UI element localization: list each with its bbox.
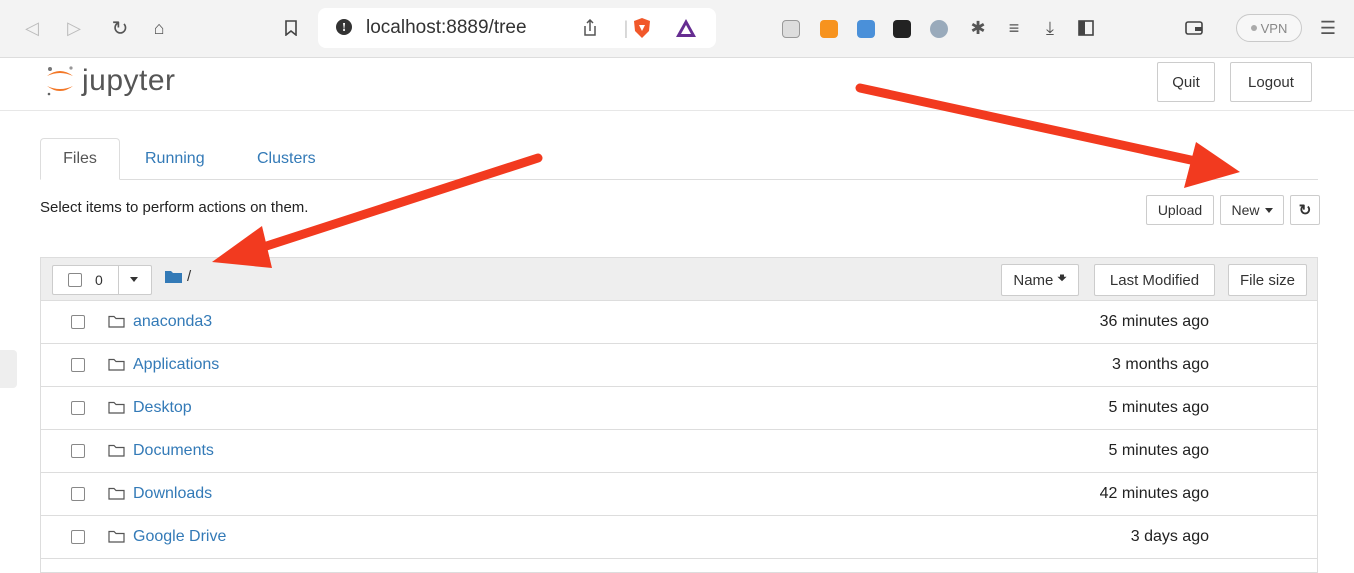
- list-item[interactable]: Documents 5 minutes ago: [40, 430, 1318, 473]
- playlist-icon[interactable]: ≡: [1000, 14, 1028, 42]
- extension-round-icon[interactable]: [930, 20, 948, 38]
- new-button[interactable]: New: [1220, 195, 1284, 225]
- upload-button[interactable]: Upload: [1146, 195, 1214, 225]
- side-panel-handle[interactable]: [0, 350, 17, 388]
- home-icon[interactable]: ⌂: [145, 14, 173, 42]
- item-name[interactable]: Google Drive: [133, 528, 226, 546]
- list-item[interactable]: Downloads 42 minutes ago: [40, 473, 1318, 516]
- folder-icon: [108, 358, 125, 371]
- reader-mode-icon[interactable]: [782, 20, 800, 38]
- extension-dark-icon[interactable]: [893, 20, 911, 38]
- brave-shields-icon[interactable]: [628, 14, 656, 42]
- reload-icon[interactable]: ↻: [106, 14, 134, 42]
- row-checkbox[interactable]: [71, 358, 85, 372]
- select-all-checkbox[interactable]: [68, 273, 82, 287]
- select-divider: [118, 265, 119, 295]
- select-instructions: Select items to perform actions on them.: [40, 199, 309, 216]
- arrow-to-new-button: [855, 83, 1240, 188]
- tab-running[interactable]: Running: [145, 150, 205, 168]
- menu-icon[interactable]: ☰: [1314, 14, 1342, 42]
- bookmark-icon[interactable]: [277, 14, 305, 42]
- header-divider: [0, 110, 1354, 111]
- new-button-label: New: [1231, 202, 1260, 218]
- item-modified: 5 minutes ago: [1108, 399, 1209, 416]
- sort-file-size-button[interactable]: File size: [1228, 264, 1307, 296]
- item-name[interactable]: Downloads: [133, 485, 212, 503]
- sort-name-button[interactable]: Name 🠻: [1001, 264, 1079, 296]
- folder-icon: [108, 401, 125, 414]
- list-item[interactable]: Google Drive 3 days ago: [40, 516, 1318, 559]
- item-name[interactable]: anaconda3: [133, 313, 212, 331]
- item-name[interactable]: Desktop: [133, 399, 192, 417]
- chevron-down-icon: [1264, 207, 1273, 213]
- selected-count: 0: [95, 272, 103, 288]
- home-folder-icon[interactable]: [165, 270, 182, 283]
- item-name[interactable]: Documents: [133, 442, 214, 460]
- item-modified: 3 months ago: [1112, 356, 1209, 373]
- vpn-label: VPN: [1260, 20, 1288, 36]
- brave-rewards-icon[interactable]: [672, 14, 700, 42]
- back-icon[interactable]: ◁: [18, 14, 46, 42]
- list-item-partial: [40, 559, 1318, 573]
- folder-icon: [108, 487, 125, 500]
- row-checkbox[interactable]: [71, 487, 85, 501]
- tab-divider: [120, 179, 1318, 180]
- row-checkbox[interactable]: [71, 530, 85, 544]
- address-text[interactable]: localhost:8889/tree: [366, 17, 527, 39]
- sidebar-icon[interactable]: [1072, 14, 1100, 42]
- folder-icon: [108, 315, 125, 328]
- row-checkbox[interactable]: [71, 401, 85, 415]
- item-modified: 5 minutes ago: [1108, 442, 1209, 459]
- vpn-status-dot: [1250, 25, 1257, 31]
- download-icon[interactable]: ⤓: [1036, 14, 1064, 42]
- share-icon[interactable]: [576, 14, 604, 42]
- forward-icon[interactable]: ▷: [60, 14, 88, 42]
- tab-clusters[interactable]: Clusters: [257, 150, 316, 168]
- refresh-icon: ↻: [1298, 202, 1312, 219]
- quit-button[interactable]: Quit: [1157, 62, 1215, 102]
- logout-button[interactable]: Logout: [1230, 62, 1312, 102]
- folder-icon: [108, 530, 125, 543]
- tab-files[interactable]: Files: [40, 138, 120, 180]
- list-item[interactable]: anaconda3 36 minutes ago: [40, 301, 1318, 344]
- row-checkbox[interactable]: [71, 444, 85, 458]
- translate-icon[interactable]: [857, 20, 875, 38]
- item-modified: 36 minutes ago: [1099, 313, 1209, 330]
- extensions-puzzle-icon[interactable]: ✱: [964, 14, 992, 42]
- item-name[interactable]: Applications: [133, 356, 219, 374]
- item-modified: 42 minutes ago: [1099, 485, 1209, 502]
- arrow-down-icon: 🠻: [1057, 269, 1067, 287]
- sort-last-modified-button[interactable]: Last Modified: [1094, 264, 1215, 296]
- column-name-label: Name: [1013, 271, 1054, 289]
- select-caret-icon[interactable]: [130, 277, 138, 282]
- row-checkbox[interactable]: [71, 315, 85, 329]
- wallet-icon[interactable]: [1180, 14, 1208, 42]
- jupyter-logo-icon: [47, 66, 73, 96]
- vpn-button[interactable]: VPN: [1236, 14, 1302, 42]
- folder-icon: [108, 444, 125, 457]
- list-item[interactable]: Desktop 5 minutes ago: [40, 387, 1318, 430]
- breadcrumb[interactable]: /: [187, 268, 191, 285]
- item-modified: 3 days ago: [1130, 528, 1209, 545]
- site-info-icon[interactable]: !: [336, 19, 352, 35]
- extension-orange-icon[interactable]: [820, 20, 838, 38]
- refresh-button[interactable]: ↻: [1290, 195, 1320, 225]
- list-item[interactable]: Applications 3 months ago: [40, 344, 1318, 387]
- jupyter-logo-text[interactable]: jupyter: [82, 64, 176, 98]
